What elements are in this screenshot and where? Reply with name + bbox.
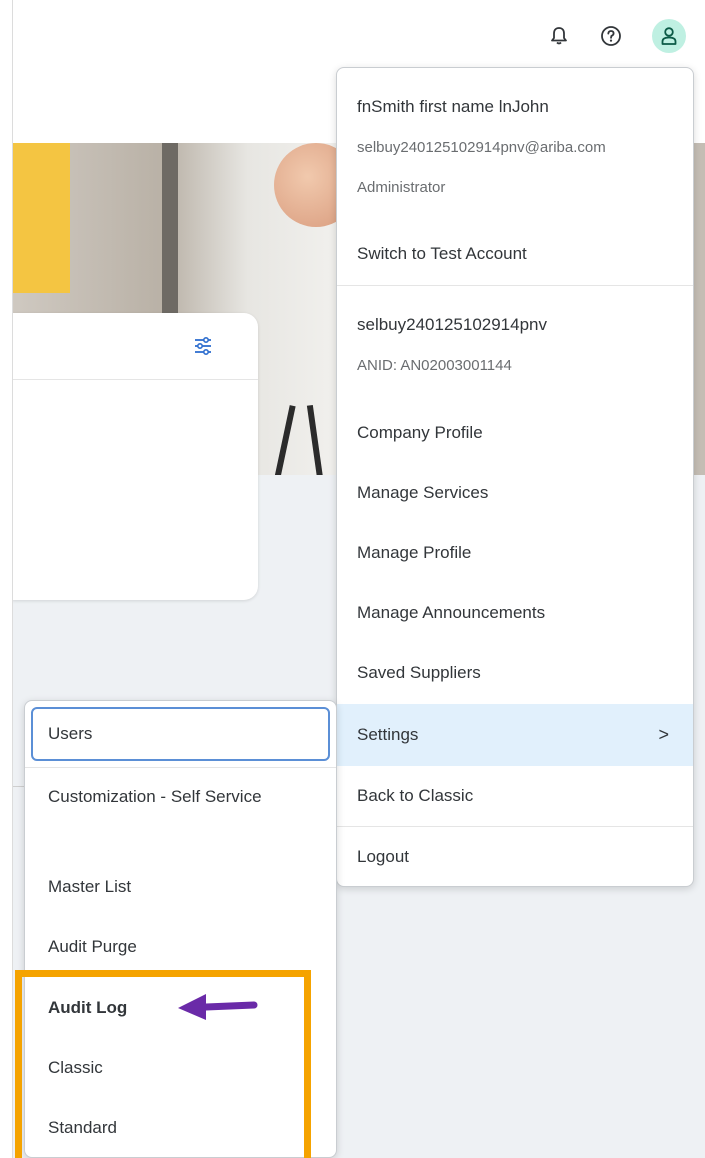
user-name: fnSmith first name lnJohn: [357, 97, 549, 116]
card-header: [12, 313, 258, 380]
submenu-item-audit-purge[interactable]: Audit Purge: [25, 937, 336, 957]
menu-item-settings[interactable]: Settings >: [337, 704, 693, 766]
bell-icon[interactable]: [545, 22, 573, 50]
menu-item-manage-services[interactable]: Manage Services: [337, 464, 693, 522]
logout-button[interactable]: Logout: [337, 828, 693, 886]
menu-item-saved-suppliers[interactable]: Saved Suppliers: [337, 644, 693, 702]
menu-item-settings-label: Settings: [357, 725, 419, 744]
submenu-item-master-list[interactable]: Master List: [25, 877, 336, 897]
help-icon[interactable]: [597, 22, 625, 50]
filter-settings-icon[interactable]: [192, 335, 214, 357]
user-menu: fnSmith first name lnJohn selbuy24012510…: [336, 67, 694, 887]
settings-submenu: Users Customization - Self Service Maste…: [24, 700, 337, 1158]
left-panel-edge: [0, 0, 13, 1158]
switch-test-account-button[interactable]: Switch to Test Account: [337, 225, 693, 283]
menu-item-back-to-classic[interactable]: Back to Classic: [337, 767, 693, 825]
submenu-divider: [25, 767, 336, 768]
menu-item-manage-announcements[interactable]: Manage Announcements: [337, 584, 693, 642]
user-avatar-icon[interactable]: [652, 19, 686, 53]
account-anid: ANID: AN02003001144: [357, 357, 512, 374]
menu-item-manage-profile[interactable]: Manage Profile: [337, 524, 693, 582]
menu-divider: [337, 285, 693, 286]
submenu-item-customization-self-service[interactable]: Customization - Self Service: [25, 781, 336, 812]
menu-item-company-profile[interactable]: Company Profile: [337, 404, 693, 462]
submenu-item-classic[interactable]: Classic: [25, 1058, 336, 1078]
submenu-item-standard[interactable]: Standard: [25, 1118, 336, 1138]
user-email: selbuy240125102914pnv@ariba.com: [357, 139, 606, 156]
user-role: Administrator: [357, 179, 446, 196]
chevron-right-icon: >: [658, 724, 669, 745]
annotation-arrow-icon: [178, 994, 258, 1020]
account-name: selbuy240125102914pnv: [357, 315, 548, 334]
dashboard-card: [12, 313, 258, 600]
menu-divider: [337, 826, 693, 827]
submenu-item-users[interactable]: Users: [31, 707, 330, 761]
